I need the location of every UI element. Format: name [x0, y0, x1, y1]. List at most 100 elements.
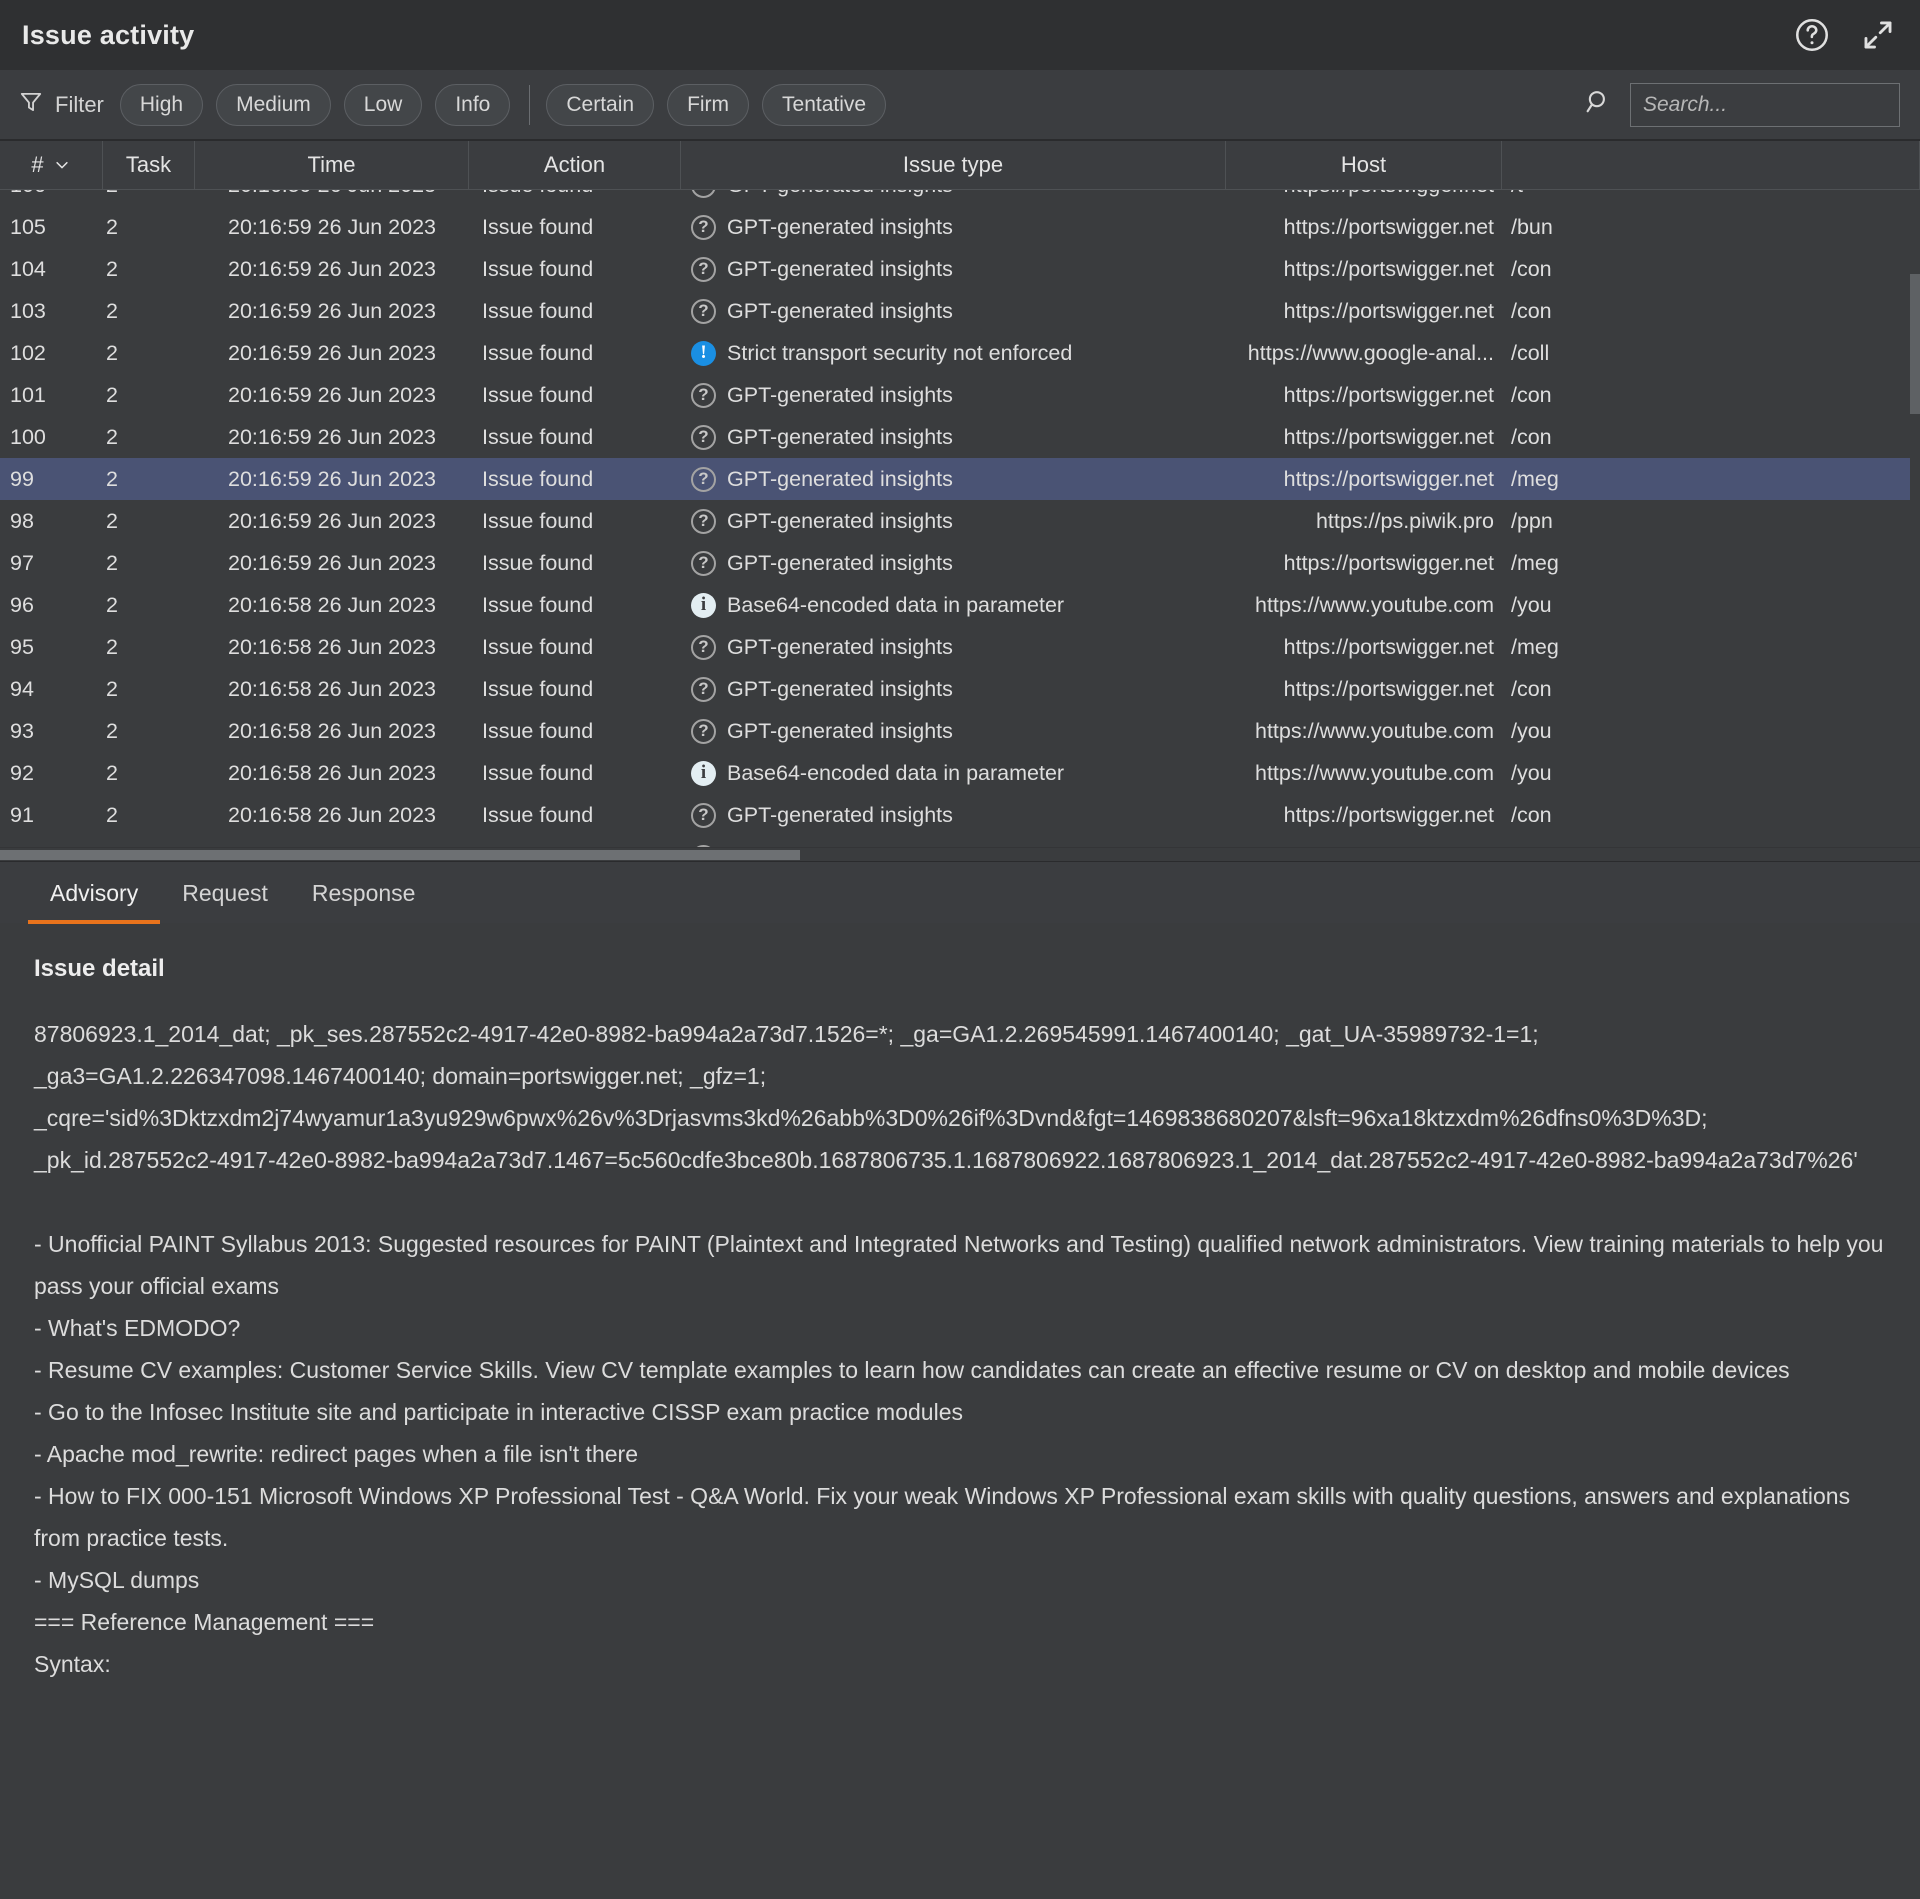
- row-host: https://portswigger.net: [1283, 634, 1494, 659]
- row-host: https://www.google-anal...: [1247, 340, 1494, 365]
- table-row[interactable]: 99 2 20:16:59 26 Jun 2023 Issue found? GPT-g…: [0, 458, 1920, 500]
- row-time: 20:16:58 26 Jun 2023: [227, 676, 437, 701]
- row-host: https://portswigger.net: [1283, 382, 1494, 407]
- table-horizontal-scrollbar-thumb[interactable]: [0, 850, 800, 860]
- row-issue-type: ? GPT-generated insights: [681, 542, 1226, 584]
- row-host: https://portswigger.net: [1283, 298, 1494, 323]
- row-host: https://www.youtube.com: [1255, 760, 1494, 785]
- tab-request[interactable]: Request: [160, 880, 290, 924]
- table-row[interactable]: 96 2 20:16:58 26 Jun 2023 Issue found i Base6…: [0, 584, 1920, 626]
- row-issue-type: ? GPT-generated insights: [681, 248, 1226, 290]
- column-header-host[interactable]: Host: [1226, 141, 1502, 189]
- row-issue-type-label: GPT-generated insights: [727, 256, 953, 281]
- row-time: 20:16:58 26 Jun 2023: [227, 760, 437, 785]
- row-issue-type: ? GPT-generated insights: [681, 416, 1226, 458]
- table-row[interactable]: 98 2 20:16:59 26 Jun 2023 Issue found? GPT-g…: [0, 500, 1920, 542]
- table-horizontal-scrollbar[interactable]: [0, 847, 1920, 861]
- severity-pill-medium[interactable]: Medium: [216, 83, 331, 126]
- severity-info-white-icon: i: [691, 760, 716, 786]
- row-host: https://portswigger.net: [1283, 676, 1494, 701]
- table-row[interactable]: 100 2 20:16:59 26 Jun 2023 Issue found? GPT-…: [0, 416, 1920, 458]
- row-action: Issue found: [482, 760, 594, 785]
- row-number: 93: [10, 718, 34, 743]
- tab-advisory[interactable]: Advisory: [28, 880, 161, 924]
- row-path: /you: [1511, 592, 1552, 617]
- table-row[interactable]: 105 2 20:16:59 26 Jun 2023 Issue found? GPT-…: [0, 206, 1920, 248]
- row-path: /coll: [1511, 340, 1550, 365]
- filter-label: Filter: [55, 91, 104, 117]
- table-row[interactable]: 90220:16:58 26 Jun 2023Issue found?GPT-g…: [0, 836, 1920, 847]
- row-action: Issue found: [482, 424, 594, 449]
- row-path: /con: [1511, 676, 1552, 701]
- table-row[interactable]: 94 2 20:16:58 26 Jun 2023 Issue found? GPT-g…: [0, 668, 1920, 710]
- issue-detail-cookie-block: 87806923.1_2014_dat; _pk_ses.287552c2-49…: [34, 1021, 1858, 1173]
- table-row[interactable]: 106220:16:59 26 Jun 2023Issue found? GPT-…: [0, 190, 1920, 206]
- table-body: 106220:16:59 26 Jun 2023Issue found?GPT-…: [0, 190, 1920, 847]
- row-host: https://ps.piwik.pro: [1315, 508, 1494, 533]
- row-issue-type: ! Strict transport security not enforced: [681, 332, 1226, 374]
- row-action: Issue found: [482, 340, 594, 365]
- row-action: Issue found: [482, 802, 594, 827]
- advisory-line-list: - Unofficial PAINT Syllabus 2013: Sugges…: [34, 1223, 1886, 1685]
- row-issue-type: i Base64-encoded data in parameter: [681, 752, 1226, 794]
- table-row[interactable]: 102 2 20:16:59 26 Jun 2023 Issue found! Stri…: [0, 332, 1920, 374]
- row-action: Issue found: [469, 836, 681, 848]
- confidence-pill-firm[interactable]: Firm: [667, 83, 750, 126]
- row-issue-type: ? GPT-generated insights: [681, 710, 1226, 752]
- search-input[interactable]: [1630, 82, 1900, 127]
- row-action: Issue found: [482, 298, 594, 323]
- row-issue-type-label: GPT-generated insights: [727, 802, 953, 827]
- row-issue-type-label: GPT-generated insights: [727, 676, 953, 701]
- table-vertical-scrollbar[interactable]: [1910, 190, 1920, 847]
- advisory-line: - How to FIX 000-151 Microsoft Windows X…: [34, 1483, 1851, 1551]
- row-number: 90: [0, 836, 103, 848]
- table-row[interactable]: 104 2 20:16:59 26 Jun 2023 Issue found? GPT-…: [0, 248, 1920, 290]
- severity-pill-low[interactable]: Low: [343, 83, 423, 126]
- row-path: /t: [1502, 190, 1920, 206]
- column-header-action[interactable]: Action: [469, 141, 681, 189]
- row-time: 20:16:58 26 Jun 2023: [227, 634, 437, 659]
- column-header-path[interactable]: [1502, 141, 1920, 189]
- help-circle-icon[interactable]: [1792, 15, 1832, 55]
- search-icon[interactable]: [1584, 87, 1614, 122]
- table-row[interactable]: 103 2 20:16:59 26 Jun 2023 Issue found? GPT-…: [0, 290, 1920, 332]
- column-header-time[interactable]: Time: [195, 141, 469, 189]
- funnel-icon: [18, 89, 44, 121]
- row-host: https://portswigger.net: [1226, 190, 1502, 206]
- row-host: https://portswigger.net: [1283, 256, 1494, 281]
- row-time: 20:16:58 26 Jun 2023: [227, 718, 437, 743]
- table-row[interactable]: 97 2 20:16:59 26 Jun 2023 Issue found? GPT-g…: [0, 542, 1920, 584]
- severity-info-gray-icon: ?: [691, 634, 716, 660]
- table-vertical-scrollbar-thumb[interactable]: [1910, 274, 1920, 414]
- table-row[interactable]: 95 2 20:16:58 26 Jun 2023 Issue found? GPT-g…: [0, 626, 1920, 668]
- row-host: https://portswigger.net: [1283, 550, 1494, 575]
- confidence-pill-certain[interactable]: Certain: [546, 83, 655, 126]
- column-header-issue-type[interactable]: Issue type: [681, 141, 1226, 189]
- row-task: 2: [106, 550, 118, 575]
- severity-pill-high[interactable]: High: [119, 83, 204, 126]
- row-issue-type-label: GPT-generated insights: [727, 382, 953, 407]
- tab-response[interactable]: Response: [290, 880, 438, 924]
- column-header-task[interactable]: Task: [103, 141, 195, 189]
- search-area: [1584, 82, 1902, 127]
- row-action: Issue found: [482, 718, 594, 743]
- row-path: /con: [1511, 298, 1552, 323]
- severity-info-gray-icon: ?: [691, 550, 716, 576]
- row-task: 2: [106, 508, 118, 533]
- row-issue-type: ? GPT-generated insights: [681, 190, 1226, 206]
- row-task: 2: [106, 298, 118, 323]
- table-row[interactable]: 91 2 20:16:58 26 Jun 2023 Issue found? GPT-g…: [0, 794, 1920, 836]
- row-task: 2: [106, 802, 118, 827]
- table-row[interactable]: 92 2 20:16:58 26 Jun 2023 Issue found i Base6…: [0, 752, 1920, 794]
- severity-pill-info[interactable]: Info: [435, 83, 511, 126]
- row-issue-type-label: Strict transport security not enforced: [727, 340, 1073, 365]
- table-row[interactable]: 101 2 20:16:59 26 Jun 2023 Issue found? GPT-…: [0, 374, 1920, 416]
- row-task: 2: [106, 340, 118, 365]
- column-header-number[interactable]: #: [0, 141, 103, 189]
- confidence-pill-tentative[interactable]: Tentative: [762, 83, 887, 126]
- table-row[interactable]: 93 2 20:16:58 26 Jun 2023 Issue found? GPT-g…: [0, 710, 1920, 752]
- row-path: /meg: [1511, 634, 1559, 659]
- row-time: 20:16:59 26 Jun 2023: [195, 190, 469, 206]
- row-number: 97: [10, 550, 34, 575]
- expand-diagonal-icon[interactable]: [1858, 15, 1898, 55]
